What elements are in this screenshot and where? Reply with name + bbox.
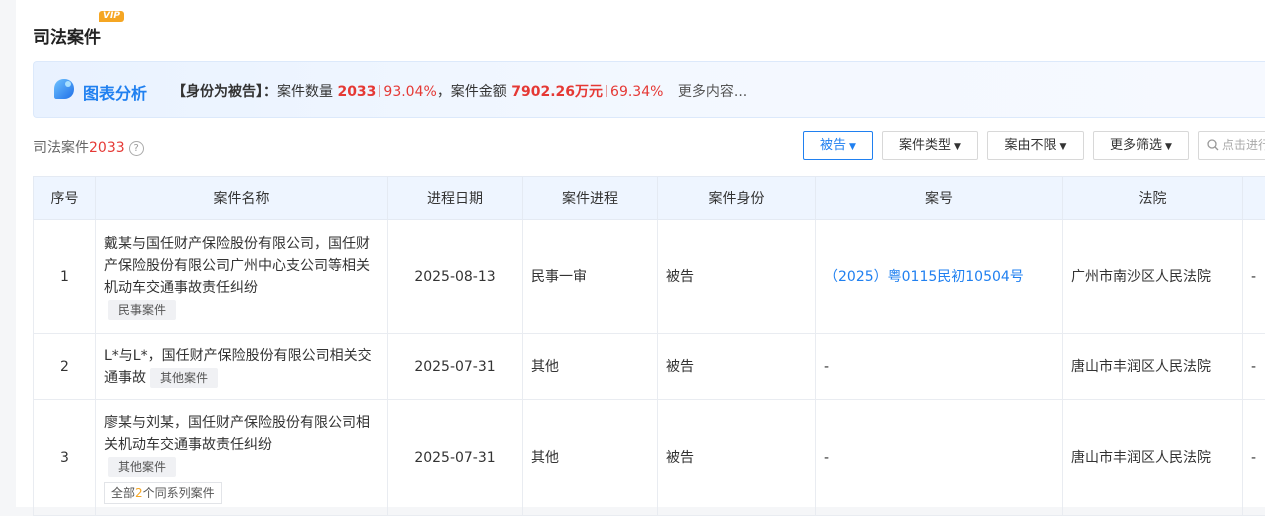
case-list-count: 司法案件2033? <box>33 137 144 157</box>
table-row[interactable]: 1 戴某与国任财产保险股份有限公司，国任财产保险股份有限公司广州中心支公司等相关… <box>34 220 1265 334</box>
separator <box>379 85 380 97</box>
row-role: 被告 <box>658 334 816 400</box>
chevron-down-icon: ▼ <box>1165 142 1172 152</box>
search-input[interactable]: 点击进行搜索 <box>1198 131 1265 160</box>
header-case-name: 案件名称 <box>96 177 388 220</box>
search-icon <box>1207 139 1219 151</box>
series-cases-link[interactable]: 全部2个同系列案件 <box>104 482 222 504</box>
row-stage: 其他 <box>523 334 658 400</box>
case-name-cell: 廖某与刘某，国任财产保险股份有限公司相关机动车交通事故责任纠纷 其他案件 全部2… <box>96 400 388 516</box>
row-case-number: - <box>816 334 1063 400</box>
case-type-filter-dropdown[interactable]: 案件类型▼ <box>882 131 978 160</box>
header-date: 进程日期 <box>388 177 523 220</box>
chevron-down-icon: ▼ <box>954 142 961 152</box>
vip-badge: VIP <box>99 11 124 22</box>
row-court: 广州市南沙区人民法院 <box>1063 220 1243 334</box>
series-prefix: 全部 <box>111 486 135 500</box>
role-label: 【身份为被告】： <box>172 84 277 100</box>
case-type-tag: 民事案件 <box>108 300 176 320</box>
chart-analysis-title[interactable]: 图表分析 <box>83 80 147 104</box>
row-index: 2 <box>34 334 96 400</box>
case-amount-value: 7902.26万元 <box>511 84 603 100</box>
cause-filter-label: 案由不限 <box>1005 138 1057 153</box>
row-date: 2025-08-13 <box>388 220 523 334</box>
case-number-cell: （2025）粤0115民初10504号 <box>816 220 1063 334</box>
case-count-percent: 93.04% <box>383 84 436 100</box>
case-type-tag: 其他案件 <box>108 457 176 477</box>
chevron-down-icon: ▼ <box>1060 142 1067 152</box>
row-stage: 民事一审 <box>523 220 658 334</box>
row-date: 2025-07-31 <box>388 334 523 400</box>
role-filter-dropdown[interactable]: 被告▼ <box>803 131 873 160</box>
row-case-number: - <box>816 400 1063 516</box>
search-placeholder: 点击进行搜索 <box>1222 138 1265 152</box>
case-name-link[interactable]: L*与L*，国任财产保险股份有限公司相关交通事故 <box>104 348 372 386</box>
row-date: 2025-07-31 <box>388 400 523 516</box>
series-suffix: 个同系列案件 <box>143 486 215 500</box>
case-amount-percent: 69.34% <box>610 84 663 100</box>
help-icon[interactable]: ? <box>129 141 144 156</box>
row-role: 被告 <box>658 220 816 334</box>
series-count: 2 <box>135 486 143 500</box>
header-case-number: 案号 <box>816 177 1063 220</box>
case-amount-label: ，案件金额 <box>437 84 507 100</box>
row-index: 3 <box>34 400 96 516</box>
chart-analysis-icon <box>53 78 75 100</box>
more-content-link[interactable]: 更多内容... <box>678 84 747 100</box>
content-card: 司法案件 VIP 图表分析 【身份为被告】：案件数量 2033 93.04%，案件… <box>16 0 1265 507</box>
case-number-link[interactable]: （2025）粤0115民初10504号 <box>824 269 1024 285</box>
row-extra: - <box>1243 334 1265 400</box>
case-count-value: 2033 <box>337 84 376 100</box>
more-filters-dropdown[interactable]: 更多筛选▼ <box>1093 131 1189 160</box>
case-name-link[interactable]: 廖某与刘某，国任财产保险股份有限公司相关机动车交通事故责任纠纷 <box>104 415 370 453</box>
header-extra <box>1243 177 1265 220</box>
more-filters-label: 更多筛选 <box>1110 138 1162 153</box>
row-index: 1 <box>34 220 96 334</box>
case-name-cell: L*与L*，国任财产保险股份有限公司相关交通事故其他案件 <box>96 334 388 400</box>
case-name-link[interactable]: 戴某与国任财产保险股份有限公司，国任财产保险股份有限公司广州中心支公司等相关机动… <box>104 236 370 296</box>
chart-analysis-banner[interactable]: 图表分析 【身份为被告】：案件数量 2033 93.04%，案件金额 7902.2… <box>33 61 1265 118</box>
case-type-tag: 其他案件 <box>150 368 218 388</box>
row-court: 唐山市丰润区人民法院 <box>1063 334 1243 400</box>
row-stage: 其他 <box>523 400 658 516</box>
separator <box>606 85 607 97</box>
case-list-label: 司法案件 <box>33 140 89 156</box>
case-type-filter-label: 案件类型 <box>899 138 951 153</box>
role-filter-label: 被告 <box>820 138 846 153</box>
row-extra: - <box>1243 220 1265 334</box>
cause-filter-dropdown[interactable]: 案由不限▼ <box>987 131 1084 160</box>
table-row[interactable]: 2 L*与L*，国任财产保险股份有限公司相关交通事故其他案件 2025-07-3… <box>34 334 1265 400</box>
header-court: 法院 <box>1063 177 1243 220</box>
analysis-summary: 【身份为被告】：案件数量 2033 93.04%，案件金额 7902.26万元 69… <box>172 81 747 101</box>
header-index: 序号 <box>34 177 96 220</box>
case-list-count-value: 2033 <box>89 140 125 156</box>
case-count-label: 案件数量 <box>277 84 333 100</box>
row-court: 唐山市丰润区人民法院 <box>1063 400 1243 516</box>
case-name-cell: 戴某与国任财产保险股份有限公司，国任财产保险股份有限公司广州中心支公司等相关机动… <box>96 220 388 334</box>
header-role: 案件身份 <box>658 177 816 220</box>
chevron-down-icon: ▼ <box>849 142 856 152</box>
row-role: 被告 <box>658 400 816 516</box>
table-header-row: 序号 案件名称 进程日期 案件进程 案件身份 案号 法院 <box>34 177 1265 220</box>
header-stage: 案件进程 <box>523 177 658 220</box>
case-table: 序号 案件名称 进程日期 案件进程 案件身份 案号 法院 1 戴某与国任财产保险… <box>33 176 1265 516</box>
row-extra: - <box>1243 400 1265 516</box>
table-row[interactable]: 3 廖某与刘某，国任财产保险股份有限公司相关机动车交通事故责任纠纷 其他案件 全… <box>34 400 1265 516</box>
section-title: 司法案件 <box>33 23 101 48</box>
